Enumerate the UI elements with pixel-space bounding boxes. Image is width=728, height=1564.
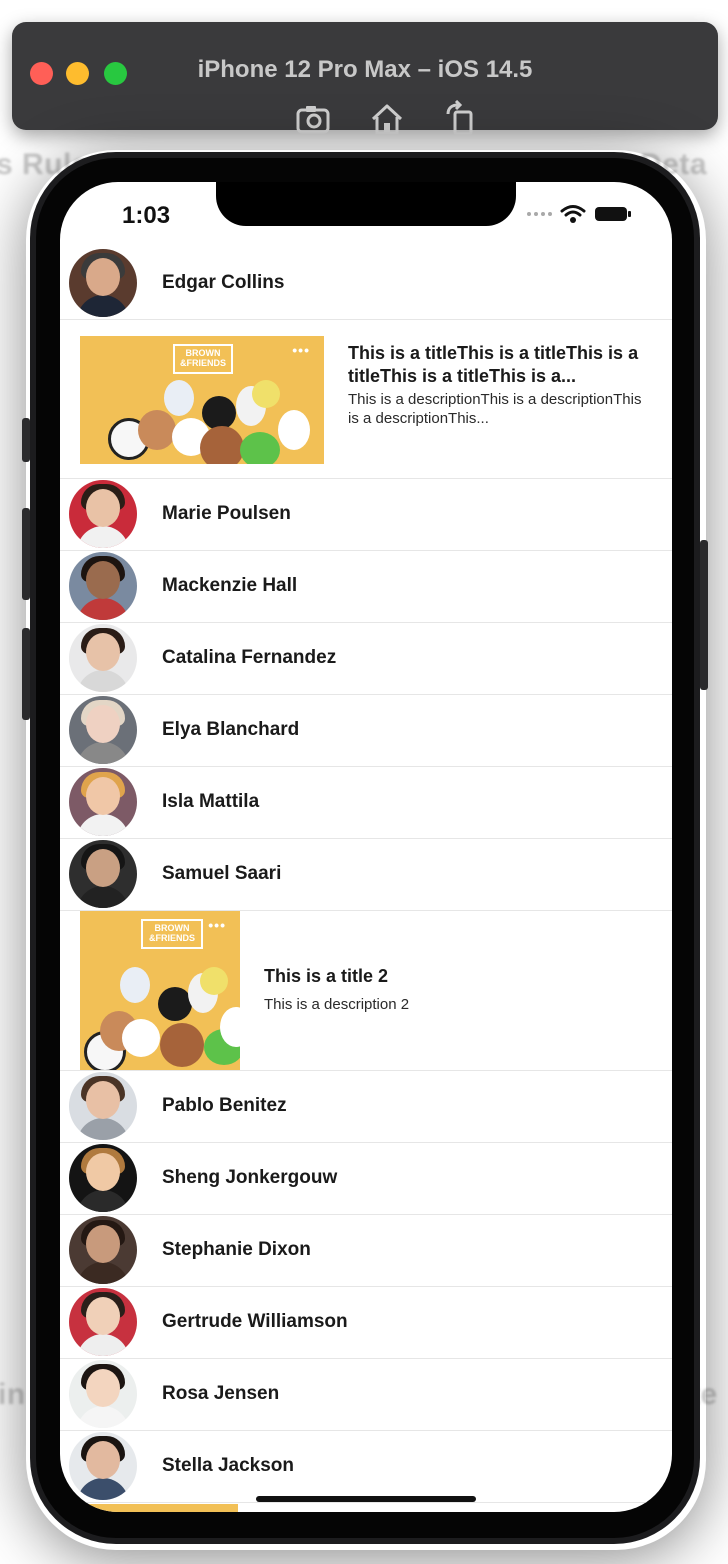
status-time: 1:03: [122, 202, 171, 229]
contact-name: Edgar Collins: [162, 272, 285, 293]
contact-row[interactable]: Elya Blanchard: [60, 695, 672, 767]
card-row[interactable]: BROWN &FRIENDS ••• This is a title 2 This is…: [60, 911, 672, 1071]
contact-row[interactable]: Stephanie Dixon: [60, 1215, 672, 1287]
avatar: [69, 480, 137, 548]
phone-screen: 1:03 Edgar Collins BROWN &FRIENDS ••• This i…: [60, 182, 672, 1512]
contact-row[interactable]: Edgar Collins: [60, 248, 672, 320]
status-icons: [527, 204, 632, 224]
home-indicator[interactable]: [256, 1496, 476, 1502]
contact-row[interactable]: Catalina Fernandez: [60, 623, 672, 695]
card-image: BROWN &FRIENDS •••: [80, 336, 324, 464]
avatar: [69, 1216, 137, 1284]
brand-logo: BROWN &FRIENDS: [141, 919, 203, 949]
contact-name: Samuel Saari: [162, 863, 282, 884]
contact-row[interactable]: Rosa Jensen: [60, 1359, 672, 1431]
contact-name: Isla Mattila: [162, 791, 260, 812]
contact-row[interactable]: Pablo Benitez: [60, 1071, 672, 1143]
contact-row[interactable]: Mackenzie Hall: [60, 551, 672, 623]
avatar: [69, 1072, 137, 1140]
contact-row[interactable]: Marie Poulsen: [60, 479, 672, 551]
more-dots-icon: •••: [292, 342, 310, 358]
avatar: [69, 552, 137, 620]
simulator-title: iPhone 12 Pro Max – iOS 14.5: [197, 56, 533, 83]
rotate-icon[interactable]: [442, 100, 480, 138]
contact-name: Stephanie Dixon: [162, 1239, 311, 1260]
contact-name: Catalina Fernandez: [162, 647, 337, 668]
volume-down-button: [22, 628, 30, 720]
contact-name: Sheng Jonkergouw: [162, 1167, 338, 1188]
contact-name: Stella Jackson: [162, 1455, 295, 1476]
home-icon[interactable]: [368, 100, 406, 138]
avatar: [69, 1288, 137, 1356]
card-title: This is a title 2: [264, 966, 389, 986]
notch: [216, 182, 516, 226]
volume-up-button: [22, 508, 30, 600]
contact-row[interactable]: Sheng Jonkergouw: [60, 1143, 672, 1215]
avatar: [69, 624, 137, 692]
avatar: [69, 696, 137, 764]
contact-row[interactable]: Stella Jackson: [60, 1431, 672, 1503]
contact-name: Pablo Benitez: [162, 1095, 287, 1116]
card-row[interactable]: BROWN &FRIENDS ••• This is a titleThis is a…: [60, 320, 672, 479]
contact-name: Mackenzie Hall: [162, 575, 298, 596]
avatar: [69, 249, 137, 317]
contact-row[interactable]: Isla Mattila: [60, 767, 672, 839]
avatar: [69, 1360, 137, 1428]
contact-row[interactable]: Gertrude Williamson: [60, 1287, 672, 1359]
card-description: This is a descriptionThis is a descripti…: [348, 391, 642, 427]
contact-name: Elya Blanchard: [162, 719, 300, 740]
brand-logo: BROWN &FRIENDS: [173, 344, 233, 374]
side-button: [700, 540, 708, 690]
cellular-signal-icon: [527, 212, 552, 216]
background-label-bottom-left: in: [0, 1378, 26, 1411]
avatar: [69, 768, 137, 836]
screenshot-icon[interactable]: [294, 100, 332, 138]
avatar: [69, 840, 137, 908]
mute-switch: [22, 418, 30, 462]
contact-row[interactable]: Samuel Saari: [60, 839, 672, 911]
contact-name: Gertrude Williamson: [162, 1311, 348, 1332]
battery-icon: [595, 207, 631, 221]
card-description: This is a description 2: [264, 996, 410, 1013]
simulator-toolbar: iPhone 12 Pro Max – iOS 14.5: [12, 22, 718, 136]
next-card-peek: [80, 1504, 238, 1512]
wifi-icon: [560, 205, 586, 223]
avatar: [69, 1432, 137, 1500]
card-title: This is a titleThis is a titleThis is a …: [348, 343, 639, 386]
avatar: [69, 1144, 137, 1212]
card-image: BROWN &FRIENDS •••: [80, 911, 240, 1070]
more-dots-icon: •••: [208, 917, 226, 933]
content-list[interactable]: Edgar Collins BROWN &FRIENDS ••• This is a t…: [60, 248, 672, 1503]
contact-name: Rosa Jensen: [162, 1383, 280, 1404]
contact-name: Marie Poulsen: [162, 503, 291, 524]
